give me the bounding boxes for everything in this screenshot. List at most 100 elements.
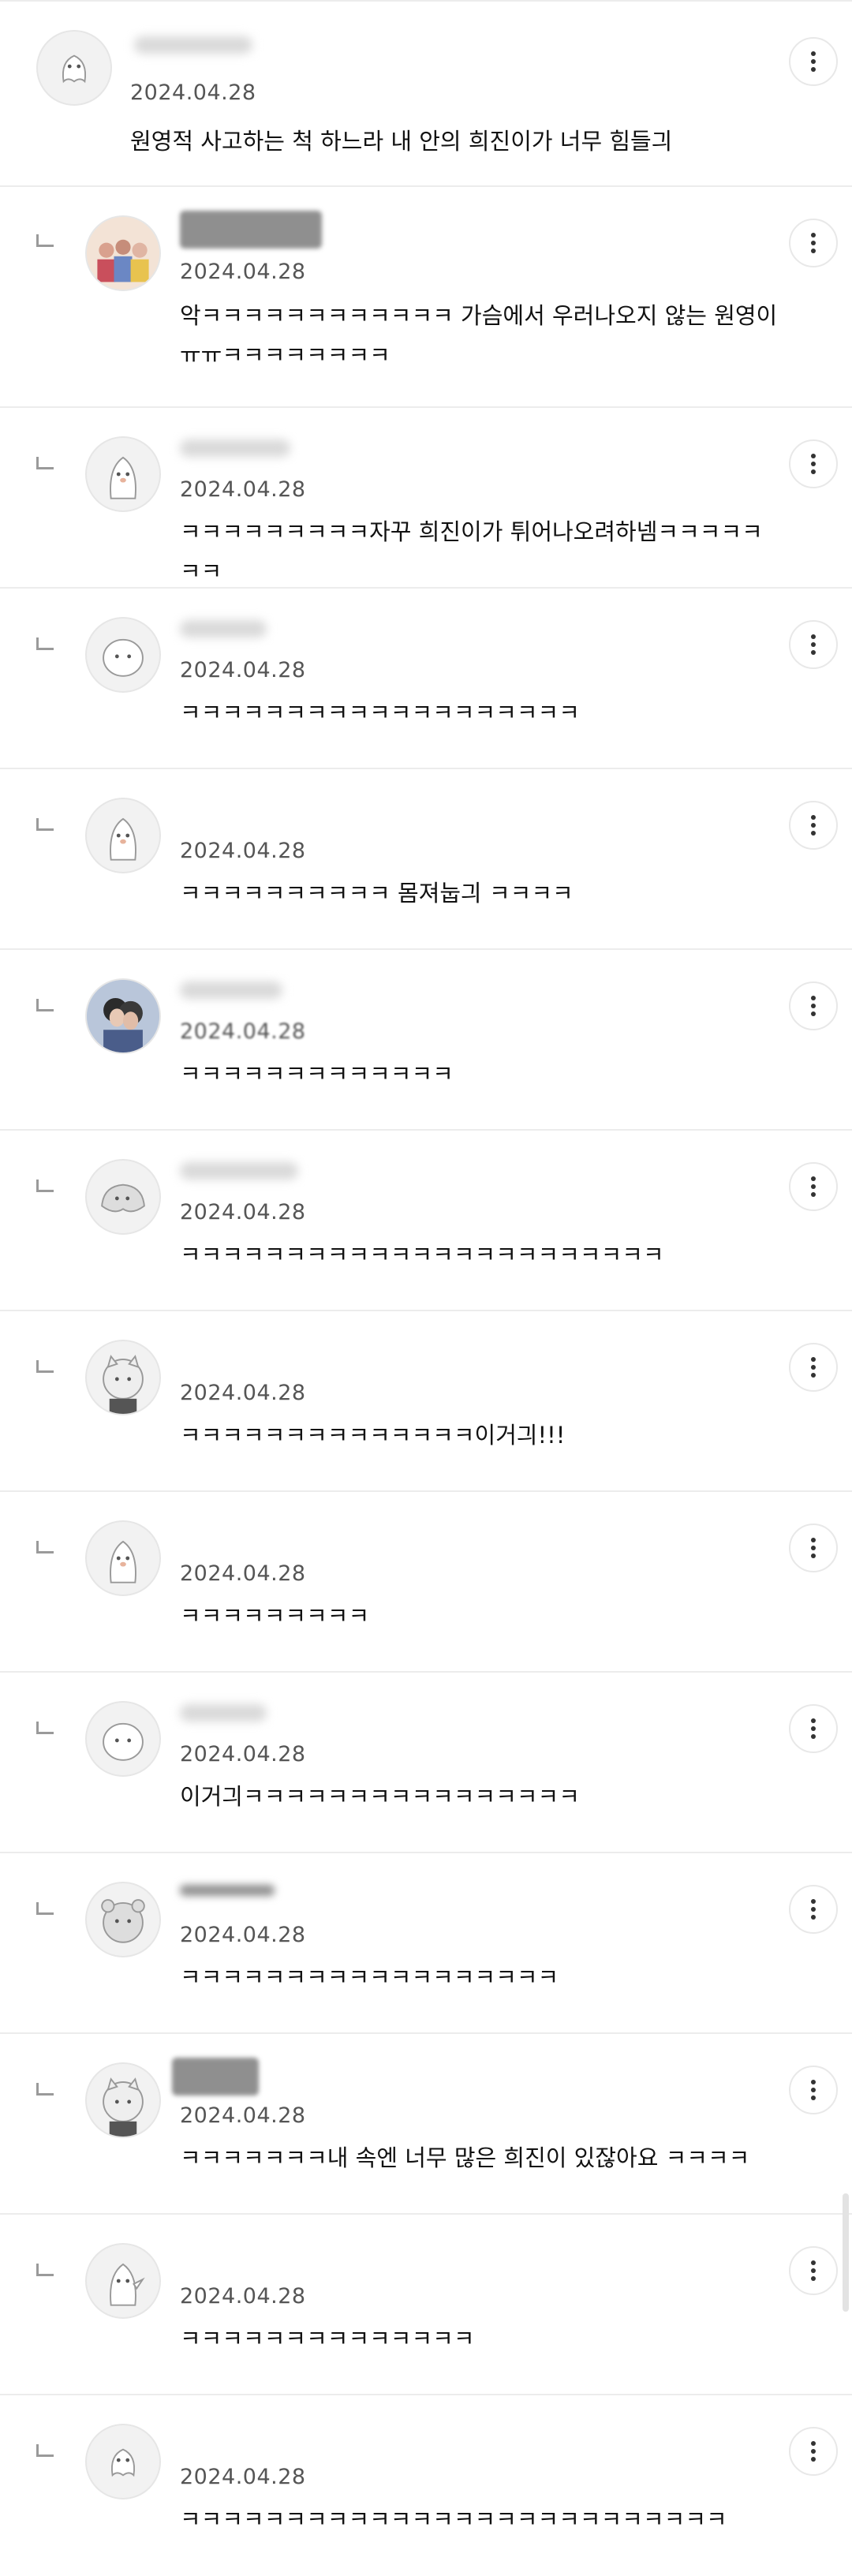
comment-text: ㅋㅋㅋㅋㅋㅋㅋㅋㅋㅋ 몸져눕긔 ㅋㅋㅋㅋ [180, 880, 574, 907]
blurred-username [180, 981, 282, 999]
comment-text: ㅋㅋㅋㅋㅋㅋㅋㅋㅋㅋㅋㅋㅋㅋㅋㅋㅋㅋㅋㅋㅋㅋㅋㅋㅋㅋ [180, 2506, 727, 2533]
reply-item: 2024.04.28 ㅋㅋㅋㅋㅋㅋㅋㅋㅋㅋㅋㅋㅋㅋ이거긔!!! [0, 1311, 852, 1492]
more-options-button[interactable] [789, 801, 838, 850]
reply-item: 2024.04.28 악ㅋㅋㅋㅋㅋㅋㅋㅋㅋㅋㅋㅋ 가슴에서 우러나오지 않는 원… [0, 187, 852, 408]
avatar[interactable] [85, 1520, 161, 1596]
comment-date: 2024.04.28 [180, 1019, 306, 1044]
avatar[interactable] [85, 1159, 161, 1235]
avatar[interactable] [85, 617, 161, 693]
comment-date: 2024.04.28 [180, 260, 306, 284]
group-photo-avatar-icon [87, 217, 159, 290]
comment-date: 2024.04.28 [180, 477, 306, 502]
avatar[interactable] [85, 1340, 161, 1415]
reply-item: 2024.04.28 ㅋㅋㅋㅋㅋㅋㅋㅋㅋㅋ 몸져눕긔 ㅋㅋㅋㅋ [0, 769, 852, 950]
more-options-button[interactable] [789, 2066, 838, 2114]
comment-text: ㅋㅋㅋㅋㅋㅋㅋㅋㅋㅋㅋㅋㅋㅋㅋㅋㅋㅋㅋㅋㅋㅋㅋ [180, 1241, 664, 1268]
comment-date: 2024.04.28 [180, 2465, 306, 2489]
reply-item: 2024.04.28 ㅋㅋㅋㅋㅋㅋㅋㅋㅋㅋㅋㅋㅋㅋㅋㅋㅋㅋㅋㅋㅋㅋㅋ [0, 1131, 852, 1311]
comment-date: 2024.04.28 [180, 1381, 306, 1405]
blurred-username [180, 1704, 267, 1722]
comment-text: ㅋㅋㅋㅋㅋㅋㅋㅋㅋ [180, 1602, 370, 1629]
avatar[interactable] [85, 2062, 161, 2138]
comment-date: 2024.04.28 [180, 839, 306, 863]
comment-text: ㅋㅋㅋㅋㅋㅋㅋ내 속엔 너무 많은 희진이 있잖아요 ㅋㅋㅋㅋ [180, 2144, 750, 2171]
reply-item: 2024.04.28 ㅋㅋㅋㅋㅋㅋㅋㅋㅋㅋㅋㅋㅋㅋ [0, 2215, 852, 2395]
cat-avatar-icon [103, 2077, 144, 2137]
more-options-button[interactable] [789, 1343, 838, 1392]
comment-date: 2024.04.28 [180, 1200, 306, 1224]
bear-avatar-icon [101, 1899, 145, 1943]
more-options-button[interactable] [789, 1704, 838, 1753]
avatar[interactable] [85, 978, 161, 1054]
comment-date: 2024.04.28 [180, 658, 306, 682]
avatar[interactable] [85, 2424, 161, 2499]
avatar[interactable] [85, 215, 161, 291]
comment-text: ㅋㅋㅋㅋㅋㅋㅋㅋㅋ자꾸 희진이가 튀어나오려하넴ㅋㅋㅋㅋㅋㅋㅋ [180, 518, 763, 585]
reply-item: 2024.04.28 ㅋㅋㅋㅋㅋㅋㅋㅋㅋㅋㅋㅋㅋㅋㅋㅋㅋㅋㅋ [0, 589, 852, 769]
more-vertical-icon [811, 1357, 816, 1378]
blurred-username [180, 211, 322, 249]
more-vertical-icon [811, 233, 816, 253]
comment-date: 2024.04.28 [130, 80, 256, 105]
comment-text: ㅋㅋㅋㅋㅋㅋㅋㅋㅋㅋㅋㅋㅋㅋ이거긔!!! [180, 1422, 566, 1449]
comment-date: 2024.04.28 [180, 1742, 306, 1767]
more-vertical-icon [811, 1538, 816, 1558]
comment-text: 악ㅋㅋㅋㅋㅋㅋㅋㅋㅋㅋㅋㅋ 가슴에서 우러나오지 않는 원영이ㅠㅠㅋㅋㅋㅋㅋㅋㅋ… [180, 302, 778, 368]
reply-arrow-icon [36, 1722, 54, 1734]
reply-arrow-icon [36, 234, 54, 247]
comment-text: ㅋㅋㅋㅋㅋㅋㅋㅋㅋㅋㅋㅋㅋㅋㅋㅋㅋㅋㅋ [180, 699, 580, 726]
more-vertical-icon [811, 996, 816, 1016]
blurred-username [180, 439, 290, 457]
more-options-button[interactable] [789, 981, 838, 1030]
reply-item: 2024.04.28 ㅋㅋㅋㅋㅋㅋㅋㅋㅋㅋㅋㅋㅋㅋㅋㅋㅋㅋ [0, 1853, 852, 2034]
bean-avatar-icon [103, 638, 144, 677]
penguin-avatar-icon [110, 456, 136, 499]
penguin-avatar-icon [110, 817, 136, 861]
reply-item: 2024.04.28 이거긔ㅋㅋㅋㅋㅋㅋㅋㅋㅋㅋㅋㅋㅋㅋㅋㅋ [0, 1673, 852, 1853]
avatar[interactable] [85, 436, 161, 512]
scrollbar[interactable] [843, 2193, 849, 2312]
cat-avatar-icon [103, 1355, 144, 1414]
avatar[interactable] [36, 30, 112, 106]
comment-item: 2024.04.28 원영적 사고하는 척 하느라 내 안의 희진이가 너무 힘… [0, 0, 852, 187]
avatar[interactable] [85, 798, 161, 873]
reply-arrow-icon [36, 999, 54, 1011]
reply-item: 2024.04.28 ㅋㅋㅋㅋㅋㅋㅋㅋㅋ [0, 1492, 852, 1673]
hedgehog-avatar-icon [101, 1183, 145, 1213]
reply-arrow-icon [36, 1541, 54, 1553]
more-options-button[interactable] [789, 1524, 838, 1572]
comment-text: ㅋㅋㅋㅋㅋㅋㅋㅋㅋㅋㅋㅋㅋㅋ [180, 2325, 475, 2352]
reply-item: 2024.04.28 ㅋㅋㅋㅋㅋㅋㅋ내 속엔 너무 많은 희진이 있잖아요 ㅋㅋ… [0, 2034, 852, 2215]
avatar[interactable] [85, 2243, 161, 2319]
blurred-username [134, 36, 252, 54]
blurred-username [180, 1885, 275, 1896]
reply-arrow-icon [36, 637, 54, 650]
more-vertical-icon [811, 2441, 816, 2462]
more-options-button[interactable] [789, 37, 838, 86]
reply-arrow-icon [36, 2264, 54, 2276]
reply-arrow-icon [36, 457, 54, 469]
reply-arrow-icon [36, 1902, 54, 1915]
bean-avatar-icon [103, 1722, 144, 1761]
more-vertical-icon [811, 1176, 816, 1197]
avatar[interactable] [85, 1701, 161, 1777]
reply-arrow-icon [36, 2444, 54, 2457]
more-options-button[interactable] [789, 2246, 838, 2295]
comment-text: 원영적 사고하는 척 하느라 내 안의 희진이가 너무 힘들긔 [130, 128, 673, 155]
more-options-button[interactable] [789, 1162, 838, 1211]
photo-avatar-icon [87, 980, 159, 1052]
blurred-username [172, 2058, 259, 2096]
more-options-button[interactable] [789, 2427, 838, 2476]
more-options-button[interactable] [789, 1885, 838, 1934]
reply-item: 2024.04.28 ㅋㅋㅋㅋㅋㅋㅋㅋㅋ자꾸 희진이가 튀어나오려하넴ㅋㅋㅋㅋㅋ… [0, 408, 852, 589]
comment-date: 2024.04.28 [180, 1923, 306, 1947]
more-options-button[interactable] [789, 439, 838, 488]
more-vertical-icon [811, 454, 816, 474]
avatar[interactable] [85, 1882, 161, 1957]
more-options-button[interactable] [789, 620, 838, 669]
penguin-avatar-icon [110, 2263, 145, 2306]
comment-date: 2024.04.28 [180, 2103, 306, 2128]
more-vertical-icon [811, 1899, 816, 1920]
more-options-button[interactable] [789, 219, 838, 267]
reply-arrow-icon [36, 2083, 54, 2096]
